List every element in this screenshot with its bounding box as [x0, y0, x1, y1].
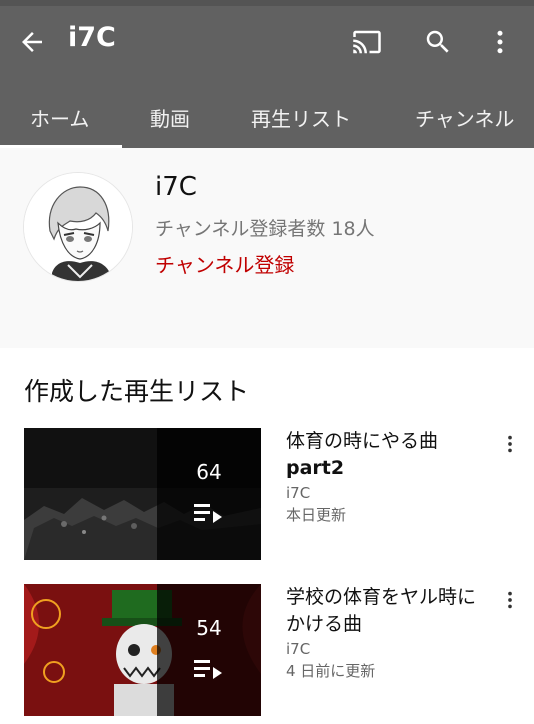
page-title: i7C: [68, 22, 116, 53]
playlist-count-overlay: 54: [157, 584, 261, 716]
playlist-thumbnail[interactable]: 64: [24, 428, 261, 560]
search-icon: [426, 30, 449, 53]
playlist-thumbnail[interactable]: 54: [24, 584, 261, 716]
channel-avatar[interactable]: [23, 172, 133, 282]
section-title: 作成した再生リスト: [24, 377, 250, 406]
status-strip: [0, 0, 534, 6]
playlist-title-line1: 体育の時にやる曲: [286, 430, 439, 452]
back-button[interactable]: [14, 24, 50, 60]
more-vert-icon: [508, 435, 512, 453]
playlist-updated: 4 日前に更新: [286, 662, 376, 680]
playlist-menu-button[interactable]: [496, 586, 524, 614]
playlist-title-line2: かける曲: [286, 613, 363, 635]
cast-button[interactable]: [347, 22, 387, 62]
video-count: 54: [196, 616, 222, 640]
playlist-author: i7C: [286, 484, 311, 502]
playlist-title-line1: 学校の体育をヤル時に: [286, 586, 477, 608]
playlist-title: 学校の体育をヤル時に かける曲: [286, 584, 496, 638]
more-options-button[interactable]: [480, 22, 520, 62]
tab-home[interactable]: ホーム: [30, 86, 89, 148]
subscribe-button[interactable]: チャンネル登録: [155, 249, 294, 278]
playlist-title-line2: part2: [286, 457, 345, 479]
playlist-play-icon: [194, 660, 222, 679]
playlist-menu-button[interactable]: [496, 430, 524, 458]
avatar-illustration: [24, 173, 132, 281]
search-button[interactable]: [418, 22, 458, 62]
playlist-item[interactable]: 54 学校の体育をヤル時に かける曲 i7C 4 日前に更新: [0, 584, 534, 724]
playlist-title: 体育の時にやる曲 part2: [286, 428, 496, 482]
back-arrow-icon: [22, 32, 42, 52]
app-bar: i7C ホーム 動画 再生リスト チャンネル: [0, 0, 534, 148]
channel-name: i7C: [155, 172, 197, 202]
playlist-updated: 本日更新: [286, 506, 347, 524]
playlist-author: i7C: [286, 640, 311, 658]
subscriber-count: チャンネル登録者数 18人: [155, 218, 375, 240]
tab-channels[interactable]: チャンネル: [415, 86, 514, 148]
playlist-count-overlay: 64: [157, 428, 261, 560]
tab-videos[interactable]: 動画: [150, 86, 190, 148]
playlist-item[interactable]: 64 体育の時にやる曲 part2 i7C 本日更新: [0, 428, 534, 568]
more-vert-icon: [508, 591, 512, 609]
channel-header: i7C チャンネル登録者数 18人 チャンネル登録: [0, 148, 534, 348]
playlist-play-icon: [194, 504, 222, 523]
more-vert-icon: [497, 30, 503, 54]
video-count: 64: [196, 460, 222, 484]
tab-playlists[interactable]: 再生リスト: [251, 86, 351, 148]
channel-tabs: ホーム 動画 再生リスト チャンネル: [0, 86, 534, 148]
cast-icon: [353, 30, 381, 54]
